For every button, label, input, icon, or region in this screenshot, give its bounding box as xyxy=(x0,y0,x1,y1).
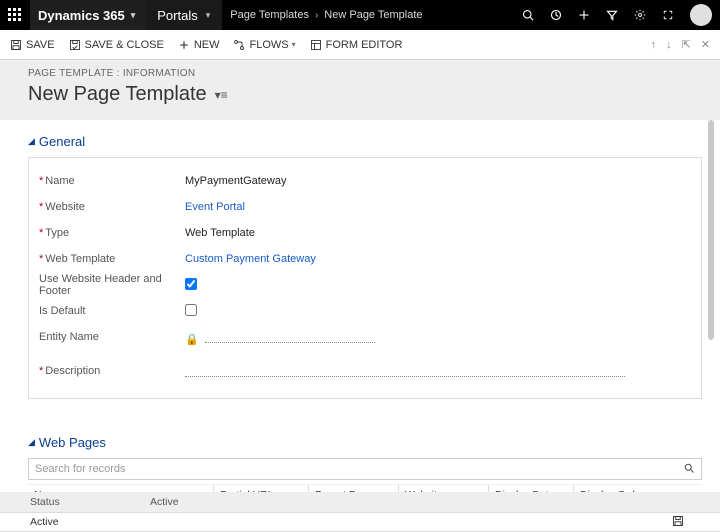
breadcrumb-current: New Page Template xyxy=(324,9,422,21)
breadcrumb: Page Templates › New Page Template xyxy=(222,9,430,21)
flows-label: FLOWS xyxy=(249,39,288,51)
type-label: Type xyxy=(45,227,69,239)
plus-icon xyxy=(178,39,190,51)
webtemplate-lookup[interactable]: Custom Payment Gateway xyxy=(185,253,316,265)
lock-icon: 🔒 xyxy=(185,334,199,346)
form-editor-button[interactable]: FORM EDITOR xyxy=(310,39,403,51)
new-label: NEW xyxy=(194,39,220,51)
name-label: Name xyxy=(45,175,74,187)
scrollbar[interactable] xyxy=(706,120,716,532)
entity-label: PAGE TEMPLATE : INFORMATION xyxy=(28,68,692,79)
chevron-down-icon: ▾ xyxy=(292,40,296,49)
entity-name-field[interactable] xyxy=(205,329,375,343)
website-label: Website xyxy=(45,201,85,213)
page-title: New Page Template ▾≡ xyxy=(28,83,692,106)
flows-button[interactable]: FLOWS ▾ xyxy=(233,39,295,51)
area-label: Portals xyxy=(157,8,197,23)
brand-label: Dynamics 365 xyxy=(38,8,125,23)
save-button[interactable]: SAVE xyxy=(10,39,55,51)
save-close-button[interactable]: SAVE & CLOSE xyxy=(69,39,164,51)
breadcrumb-parent[interactable]: Page Templates xyxy=(230,9,309,21)
grid-search[interactable]: Search for records xyxy=(28,458,702,480)
collapse-icon: ◢ xyxy=(28,437,35,448)
usehf-label: Use Website Header and Footer xyxy=(39,273,185,297)
global-nav: Dynamics 365 ▾ Portals ▾ Page Templates … xyxy=(0,0,720,30)
description-field[interactable] xyxy=(185,363,625,377)
form-selector-icon[interactable]: ▾≡ xyxy=(215,88,228,102)
search-placeholder: Search for records xyxy=(35,463,125,475)
new-button[interactable]: NEW xyxy=(178,39,220,51)
search-icon[interactable] xyxy=(683,462,695,477)
avatar[interactable] xyxy=(690,4,712,26)
nav-up-icon[interactable]: ↑ xyxy=(651,39,657,51)
popout-icon[interactable]: ⇱ xyxy=(682,38,691,51)
close-icon[interactable]: ✕ xyxy=(701,38,710,51)
type-field[interactable]: Web Template xyxy=(185,227,255,239)
chevron-right-icon: › xyxy=(315,10,318,21)
isdefault-label: Is Default xyxy=(39,305,85,317)
section-web-pages[interactable]: ◢ Web Pages xyxy=(28,435,702,450)
save-close-label: SAVE & CLOSE xyxy=(85,39,164,51)
app-launcher-icon[interactable] xyxy=(0,0,30,30)
search-icon[interactable] xyxy=(514,0,542,30)
website-lookup[interactable]: Event Portal xyxy=(185,201,245,213)
status-active: Active xyxy=(30,516,59,528)
flow-icon xyxy=(233,39,245,51)
is-default-checkbox[interactable] xyxy=(185,304,197,316)
chevron-down-icon: ▾ xyxy=(206,10,211,21)
form-editor-label: FORM EDITOR xyxy=(326,39,403,51)
entity-name-label: Entity Name xyxy=(39,331,99,343)
chevron-down-icon: ▾ xyxy=(131,10,136,21)
status-value: Active xyxy=(150,496,179,508)
section-general[interactable]: ◢ General xyxy=(28,134,702,149)
footer: Status Active Active xyxy=(0,492,720,532)
filter-icon[interactable] xyxy=(598,0,626,30)
brand-switcher[interactable]: Dynamics 365 ▾ xyxy=(30,0,145,30)
nav-down-icon[interactable]: ↓ xyxy=(666,39,672,51)
use-header-footer-checkbox[interactable] xyxy=(185,278,197,290)
general-section-box: *Name MyPaymentGateway *Website Event Po… xyxy=(28,157,702,399)
settings-icon[interactable] xyxy=(626,0,654,30)
save-label: SAVE xyxy=(26,39,55,51)
save-icon xyxy=(10,39,22,51)
form-header: PAGE TEMPLATE : INFORMATION New Page Tem… xyxy=(0,60,720,120)
status-label: Status xyxy=(30,496,150,508)
footer-save-icon[interactable] xyxy=(672,515,684,530)
form-body: ◢ General *Name MyPaymentGateway *Websit… xyxy=(0,120,720,532)
add-icon[interactable] xyxy=(570,0,598,30)
collapse-icon: ◢ xyxy=(28,136,35,147)
global-actions xyxy=(514,0,720,30)
description-label: Description xyxy=(45,365,100,377)
recent-icon[interactable] xyxy=(542,0,570,30)
save-close-icon xyxy=(69,39,81,51)
webtemplate-label: Web Template xyxy=(45,253,115,265)
command-bar: SAVE SAVE & CLOSE NEW FLOWS ▾ FORM EDITO… xyxy=(0,30,720,60)
form-icon xyxy=(310,39,322,51)
area-switcher[interactable]: Portals ▾ xyxy=(145,0,222,30)
help-icon[interactable] xyxy=(654,0,682,30)
name-field[interactable]: MyPaymentGateway xyxy=(185,175,286,187)
